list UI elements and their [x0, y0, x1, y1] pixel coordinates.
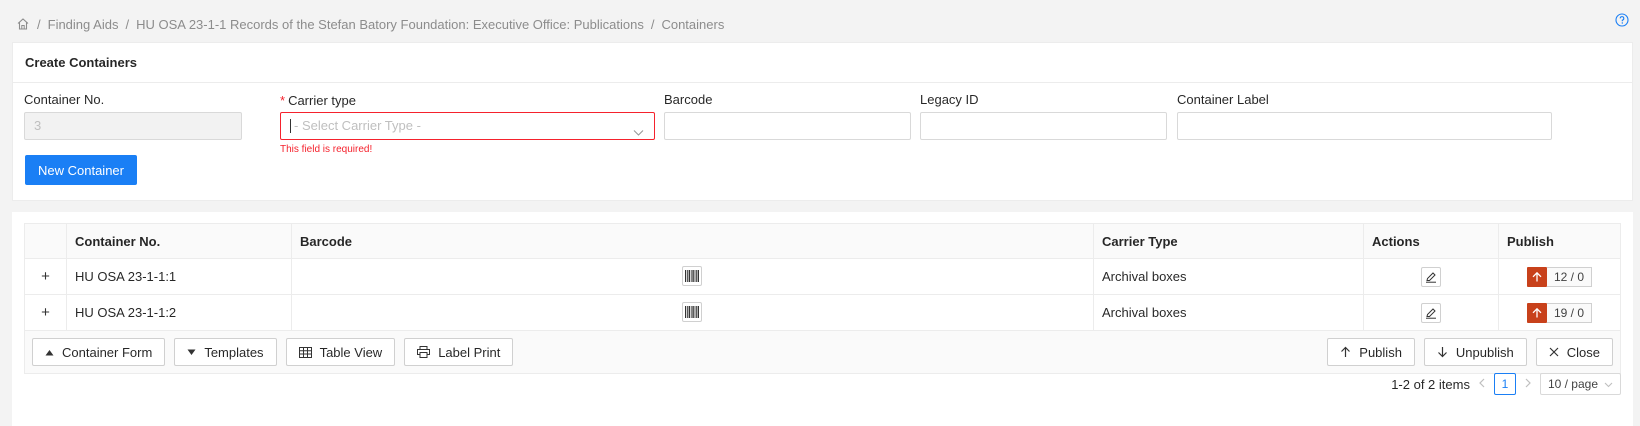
new-container-button[interactable]: New Container — [25, 155, 137, 185]
text-caret — [290, 119, 291, 133]
breadcrumb: / Finding Aids / HU OSA 23-1-1 Records o… — [16, 15, 724, 33]
breadcrumb-finding-aids[interactable]: Finding Aids — [48, 17, 119, 32]
container-no-cell: HU OSA 23-1-1:2 — [67, 295, 292, 330]
publish-count: 19 / 0 — [1546, 302, 1593, 323]
pagination-summary: 1-2 of 2 items — [1391, 376, 1470, 392]
chevron-down-icon — [633, 121, 644, 147]
close-button[interactable]: Close — [1535, 338, 1613, 366]
printer-icon — [417, 346, 431, 358]
containers-table-card: Container No. Barcode Carrier Type Actio… — [12, 212, 1633, 426]
breadcrumb-separator: / — [37, 16, 41, 32]
edit-icon[interactable] — [1421, 266, 1441, 287]
chevron-down-icon — [1604, 382, 1613, 387]
container-no-field: Container No. 3 — [24, 91, 242, 140]
publish-cell: 12 / 0 — [1499, 259, 1620, 294]
column-header-barcode[interactable]: Barcode — [292, 224, 1094, 258]
column-header-container-no[interactable]: Container No. — [67, 224, 292, 258]
barcode-input[interactable] — [664, 112, 911, 140]
close-icon — [1549, 347, 1559, 357]
carrier-type-error: This field is required! — [280, 144, 373, 155]
carrier-type-field: * Carrier type - Select Carrier Type - Th… — [280, 92, 655, 156]
publish-button[interactable]: Publish — [1327, 338, 1415, 366]
caret-down-icon — [187, 349, 196, 355]
legacy-id-field: Legacy ID — [920, 91, 1167, 140]
arrow-up-icon — [1341, 346, 1351, 357]
container-no-input: 3 — [24, 112, 242, 140]
actions-cell — [1364, 259, 1499, 294]
table-row: + HU OSA 23-1-1:2 Archival boxes 19 / 0 — [25, 295, 1620, 331]
legacy-id-input[interactable] — [920, 112, 1167, 140]
expand-row-button[interactable]: + — [25, 259, 67, 294]
barcode-field: Barcode — [664, 91, 911, 140]
carrier-type-cell: Archival boxes — [1094, 295, 1364, 330]
carrier-type-cell: Archival boxes — [1094, 259, 1364, 294]
caret-up-icon — [45, 349, 54, 355]
prev-page-icon[interactable] — [1478, 377, 1486, 391]
barcode-icon[interactable] — [682, 266, 702, 286]
container-label-label: Container Label — [1177, 92, 1269, 107]
column-header-actions: Actions — [1364, 224, 1499, 258]
edit-icon[interactable] — [1421, 302, 1441, 323]
table-view-label: Table View — [319, 344, 383, 360]
publish-cell: 19 / 0 — [1499, 295, 1620, 330]
expand-column-header — [25, 224, 67, 258]
breadcrumb-record[interactable]: HU OSA 23-1-1 Records of the Stefan Bato… — [136, 17, 644, 32]
table-toolbar: Container Form Templates Table View Labe… — [25, 331, 1620, 373]
breadcrumb-containers: Containers — [661, 16, 725, 32]
unpublish-button[interactable]: Unpublish — [1423, 338, 1527, 366]
templates-button[interactable]: Templates — [174, 338, 277, 366]
label-print-label: Label Print — [438, 344, 501, 360]
column-header-publish: Publish — [1507, 233, 1554, 249]
label-print-button[interactable]: Label Print — [404, 338, 514, 366]
breadcrumb-separator: / — [125, 16, 130, 32]
barcode-icon[interactable] — [682, 302, 702, 322]
container-no-cell: HU OSA 23-1-1:1 — [67, 259, 292, 294]
container-label-input[interactable] — [1177, 112, 1552, 140]
home-icon[interactable] — [16, 17, 30, 31]
templates-label: Templates — [204, 344, 264, 360]
table-row: + HU OSA 23-1-1:1 Archival boxes 12 / 0 — [25, 259, 1620, 295]
publish-label: Publish — [1359, 344, 1402, 360]
carrier-type-label: * Carrier type — [280, 93, 356, 108]
container-label-field: Container Label — [1177, 91, 1552, 140]
barcode-cell — [292, 295, 1094, 330]
column-header-carrier-type[interactable]: Carrier Type — [1094, 224, 1364, 258]
required-mark: * — [280, 93, 286, 108]
table-header-row: Container No. Barcode Carrier Type Actio… — [25, 224, 1620, 259]
expand-row-button[interactable]: + — [25, 295, 67, 330]
container-form-button[interactable]: Container Form — [32, 338, 166, 366]
table-view-button[interactable]: Table View — [285, 338, 396, 366]
carrier-type-select[interactable]: - Select Carrier Type - — [280, 112, 655, 140]
publish-arrow-up-icon[interactable] — [1526, 266, 1547, 287]
containers-table: Container No. Barcode Carrier Type Actio… — [24, 223, 1621, 374]
page-size-select[interactable]: 10 / page — [1539, 373, 1621, 395]
barcode-label: Barcode — [664, 92, 713, 107]
page-size-value: 10 / page — [1547, 377, 1598, 391]
page-number-current[interactable]: 1 — [1493, 373, 1516, 395]
next-page-icon[interactable] — [1524, 377, 1532, 391]
barcode-cell — [292, 259, 1094, 294]
card-title: Create Containers — [13, 43, 1632, 83]
unpublish-label: Unpublish — [1455, 344, 1514, 360]
publish-count: 12 / 0 — [1546, 266, 1593, 287]
actions-cell — [1364, 295, 1499, 330]
create-containers-card: Create Containers Container No. 3 * Carri… — [12, 42, 1633, 201]
container-form-label: Container Form — [62, 344, 153, 360]
breadcrumb-separator: / — [650, 16, 655, 32]
container-no-label: Container No. — [24, 92, 105, 107]
help-icon[interactable] — [1615, 13, 1629, 27]
table-icon — [298, 346, 312, 358]
close-label: Close — [1566, 344, 1600, 360]
legacy-id-label: Legacy ID — [920, 92, 979, 107]
arrow-down-icon — [1437, 347, 1447, 358]
publish-arrow-up-icon[interactable] — [1526, 302, 1547, 323]
pagination: 1-2 of 2 items 1 10 / page — [1391, 373, 1621, 395]
carrier-type-placeholder: - Select Carrier Type - — [294, 118, 421, 133]
